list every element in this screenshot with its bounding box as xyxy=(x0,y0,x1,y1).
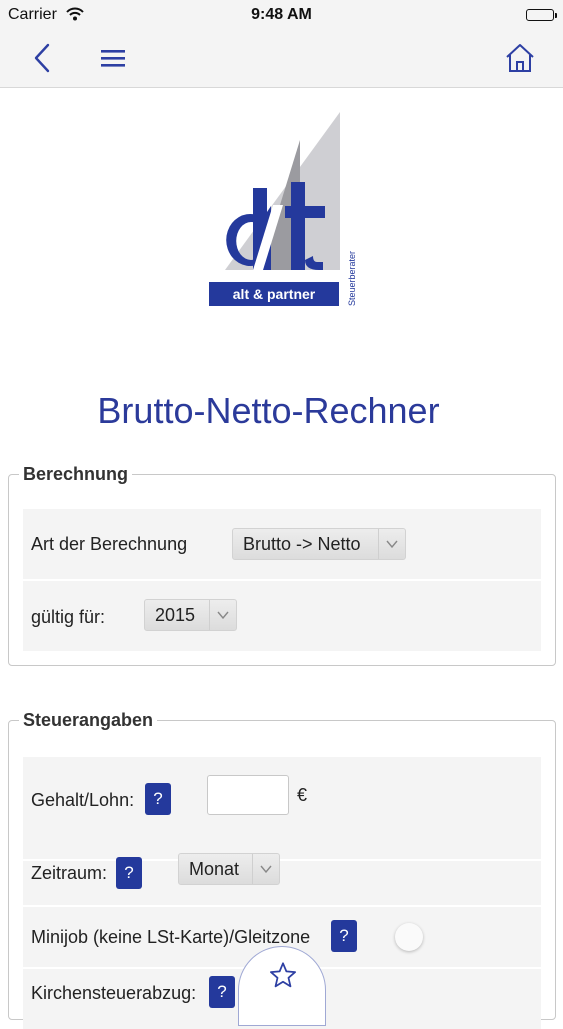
gehalt-label: Gehalt/Lohn: xyxy=(31,790,135,810)
art-der-berechnung-row: Art der Berechnung Brutto -> Netto xyxy=(23,509,541,579)
art-der-berechnung-select[interactable]: Brutto -> Netto xyxy=(232,528,406,560)
alt-partner-logo: alt & partner Steuerberater xyxy=(205,110,360,310)
gueltig-fuer-label: gültig für: xyxy=(31,607,106,627)
home-button[interactable] xyxy=(500,38,540,78)
berechnung-legend: Berechnung xyxy=(19,464,133,485)
menu-button[interactable] xyxy=(93,38,133,78)
gehalt-help-button[interactable]: ? xyxy=(145,783,171,815)
minijob-toggle[interactable] xyxy=(395,923,423,951)
status-bar: Carrier 9:48 AM xyxy=(0,0,563,30)
kirchensteuer-label: Kirchensteuerabzug: xyxy=(31,983,197,1003)
gehalt-input[interactable] xyxy=(207,775,289,815)
logo-tagline-text: Steuerberater xyxy=(347,251,357,306)
chevron-down-icon xyxy=(378,529,405,559)
berechnung-group: Berechnung Art der Berechnung Brutto -> … xyxy=(8,464,556,666)
back-button[interactable] xyxy=(22,38,62,78)
art-der-berechnung-label: Art der Berechnung xyxy=(31,534,188,554)
star-icon xyxy=(269,962,297,988)
page-title: Brutto-Netto-Rechner xyxy=(97,390,440,431)
gueltig-fuer-value: 2015 xyxy=(155,605,196,625)
chevron-down-icon xyxy=(209,600,236,630)
favorite-button[interactable] xyxy=(238,946,326,1026)
logo-brand-text: alt & partner xyxy=(233,286,316,302)
hamburger-menu-icon xyxy=(101,50,125,67)
chevron-left-icon xyxy=(34,43,50,73)
nav-bar xyxy=(0,30,563,88)
gueltig-fuer-select[interactable]: 2015 xyxy=(144,599,237,631)
gueltig-fuer-row: gültig für: 2015 xyxy=(23,581,541,651)
steuerangaben-legend: Steuerangaben xyxy=(19,710,158,731)
zeitraum-select[interactable]: Monat xyxy=(178,853,280,885)
zeitraum-help-button[interactable]: ? xyxy=(116,857,142,889)
kirchensteuer-help-button[interactable]: ? xyxy=(209,976,235,1008)
chevron-down-icon xyxy=(252,854,279,884)
minijob-label: Minijob (keine LSt-Karte)/Gleitzone xyxy=(31,927,311,947)
gehalt-row: Gehalt/Lohn: ? € xyxy=(23,757,541,859)
zeitraum-row: Zeitraum: ? Monat xyxy=(23,853,541,905)
euro-unit-label: € xyxy=(297,785,308,805)
battery-icon xyxy=(526,9,557,21)
art-der-berechnung-value: Brutto -> Netto xyxy=(243,534,361,554)
minijob-help-button[interactable]: ? xyxy=(331,920,357,952)
zeitraum-value: Monat xyxy=(189,859,240,879)
zeitraum-label: Zeitraum: xyxy=(31,863,108,883)
clock: 9:48 AM xyxy=(251,6,312,23)
home-icon xyxy=(506,44,534,72)
